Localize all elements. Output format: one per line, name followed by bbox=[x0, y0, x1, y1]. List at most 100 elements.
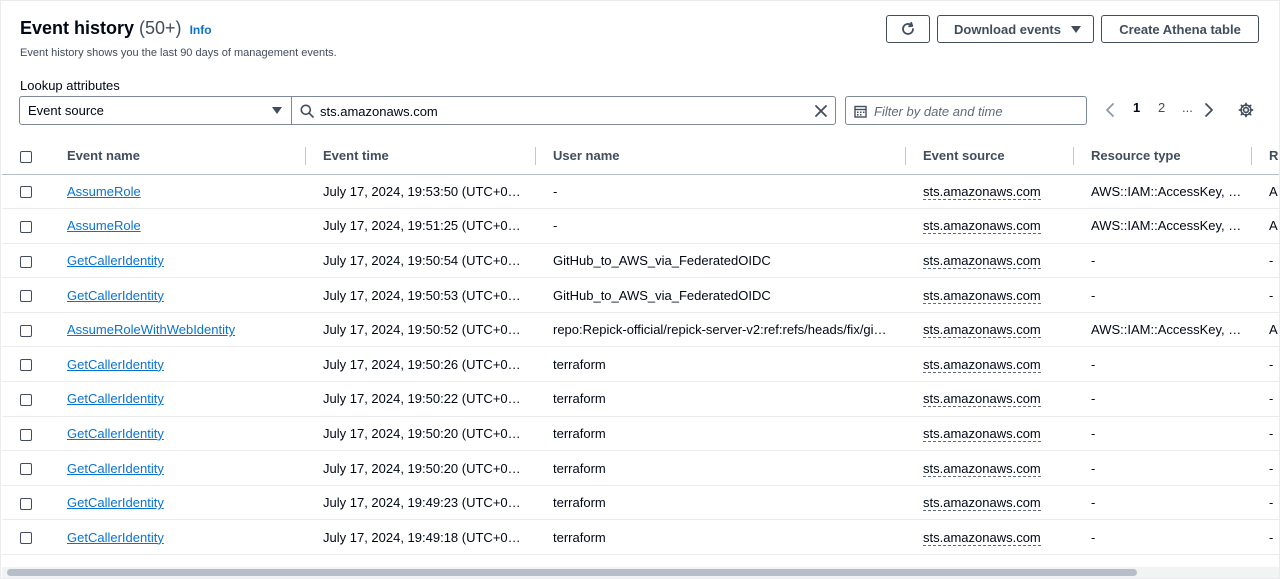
event-source-cell: sts.amazonaws.com bbox=[906, 208, 1074, 244]
column-header-resource-type[interactable]: Resource type bbox=[1074, 138, 1252, 175]
page-2-button[interactable]: 2 bbox=[1158, 100, 1165, 115]
event-name-link[interactable]: GetCallerIdentity bbox=[67, 461, 164, 476]
page-description: Event history shows you the last 90 days… bbox=[20, 47, 337, 59]
row-checkbox[interactable] bbox=[20, 532, 32, 545]
column-header-resource-name[interactable]: R bbox=[1252, 138, 1279, 175]
create-athena-table-label: Create Athena table bbox=[1119, 21, 1241, 37]
resource-type-cell: - bbox=[1074, 346, 1252, 383]
event-history-panel: Event history (50+) Info Event history s… bbox=[0, 0, 1280, 579]
row-select-cell bbox=[2, 243, 50, 279]
event-source-value[interactable]: sts.amazonaws.com bbox=[923, 460, 1041, 477]
date-filter-input[interactable]: Filter by date and time bbox=[845, 96, 1087, 125]
resource-type-cell: - bbox=[1074, 381, 1252, 417]
table-row: AssumeRole July 17, 2024, 19:53:50 (UTC+0… bbox=[2, 174, 1279, 210]
resource-name-cell: - bbox=[1252, 243, 1279, 279]
gear-icon[interactable] bbox=[1238, 102, 1254, 118]
event-source-value[interactable]: sts.amazonaws.com bbox=[923, 529, 1041, 546]
resource-name-cell: - bbox=[1252, 519, 1279, 556]
resource-type-cell: AWS::IAM::AccessKey, … bbox=[1074, 208, 1252, 244]
event-name-link[interactable]: AssumeRole bbox=[67, 184, 141, 199]
event-time-cell: July 17, 2024, 19:50:22 (UTC+0… bbox=[306, 381, 536, 417]
select-all-checkbox[interactable] bbox=[20, 150, 32, 163]
resource-type-cell: - bbox=[1074, 519, 1252, 556]
row-checkbox[interactable] bbox=[20, 186, 32, 199]
table-row: GetCallerIdentity July 17, 2024, 19:49:18… bbox=[2, 519, 1279, 556]
refresh-icon bbox=[902, 21, 914, 35]
lookup-attribute-select[interactable]: Event source bbox=[19, 96, 292, 125]
page-1-button[interactable]: 1 bbox=[1133, 100, 1140, 115]
event-source-value[interactable]: sts.amazonaws.com bbox=[923, 252, 1041, 269]
event-name-link[interactable]: GetCallerIdentity bbox=[67, 288, 164, 303]
event-time-cell: July 17, 2024, 19:49:18 (UTC+0… bbox=[306, 519, 536, 556]
event-name-link[interactable]: GetCallerIdentity bbox=[67, 530, 164, 545]
row-checkbox[interactable] bbox=[20, 428, 32, 441]
event-name-link[interactable]: GetCallerIdentity bbox=[67, 495, 164, 510]
row-checkbox[interactable] bbox=[20, 220, 32, 233]
select-all-cell bbox=[2, 138, 50, 175]
page-ellipsis: ... bbox=[1182, 100, 1193, 115]
event-name-link[interactable]: GetCallerIdentity bbox=[67, 253, 164, 268]
close-icon[interactable] bbox=[813, 103, 829, 119]
user-name-cell: GitHub_to_AWS_via_FederatedOIDC bbox=[536, 277, 906, 313]
event-source-cell: sts.amazonaws.com bbox=[906, 450, 1074, 486]
row-select-cell bbox=[2, 277, 50, 313]
event-name-link[interactable]: GetCallerIdentity bbox=[67, 391, 164, 406]
resource-type-cell: - bbox=[1074, 450, 1252, 486]
next-page-icon[interactable] bbox=[1204, 102, 1214, 118]
event-source-value[interactable]: sts.amazonaws.com bbox=[923, 495, 1041, 512]
row-select-cell bbox=[2, 519, 50, 556]
event-name-cell: GetCallerIdentity bbox=[50, 346, 306, 383]
download-events-button[interactable]: Download events bbox=[937, 15, 1094, 43]
column-header-event-time[interactable]: Event time bbox=[306, 138, 536, 175]
event-name-link[interactable]: GetCallerIdentity bbox=[67, 426, 164, 441]
event-source-cell: sts.amazonaws.com bbox=[906, 346, 1074, 383]
event-source-value[interactable]: sts.amazonaws.com bbox=[923, 287, 1041, 304]
row-checkbox[interactable] bbox=[20, 290, 32, 303]
caret-down-icon bbox=[1070, 25, 1081, 33]
user-name-cell: terraform bbox=[536, 346, 906, 383]
column-header-event-name[interactable]: Event name bbox=[50, 138, 306, 175]
event-source-value[interactable]: sts.amazonaws.com bbox=[923, 425, 1041, 442]
horizontal-scrollbar-thumb[interactable] bbox=[7, 569, 1137, 576]
event-name-link[interactable]: AssumeRoleWithWebIdentity bbox=[67, 322, 235, 337]
resource-name-cell: - bbox=[1252, 381, 1279, 417]
event-source-value[interactable]: sts.amazonaws.com bbox=[923, 356, 1041, 373]
event-source-value[interactable]: sts.amazonaws.com bbox=[923, 322, 1041, 339]
event-name-link[interactable]: AssumeRole bbox=[67, 218, 141, 233]
row-checkbox[interactable] bbox=[20, 497, 32, 510]
event-source-value[interactable]: sts.amazonaws.com bbox=[923, 391, 1041, 408]
event-source-cell: sts.amazonaws.com bbox=[906, 519, 1074, 556]
refresh-button[interactable] bbox=[886, 15, 930, 43]
previous-page-icon[interactable] bbox=[1105, 102, 1115, 118]
row-checkbox[interactable] bbox=[20, 393, 32, 406]
resource-type-cell: AWS::IAM::AccessKey, … bbox=[1074, 312, 1252, 348]
row-checkbox[interactable] bbox=[20, 359, 32, 372]
row-checkbox[interactable] bbox=[20, 324, 32, 337]
header: Event history (50+) Info bbox=[20, 18, 212, 39]
row-checkbox[interactable] bbox=[20, 463, 32, 476]
lookup-value-input[interactable]: sts.amazonaws.com bbox=[291, 96, 836, 125]
event-source-value[interactable]: sts.amazonaws.com bbox=[923, 183, 1041, 200]
user-name-cell: repo:Repick-official/repick-server-v2:re… bbox=[536, 312, 906, 348]
column-header-event-source[interactable]: Event source bbox=[906, 138, 1074, 175]
date-filter-placeholder: Filter by date and time bbox=[874, 104, 1003, 119]
row-select-cell bbox=[2, 381, 50, 417]
event-time-cell: July 17, 2024, 19:51:25 (UTC+0… bbox=[306, 208, 536, 244]
row-checkbox[interactable] bbox=[20, 255, 32, 268]
event-time-cell: July 17, 2024, 19:50:26 (UTC+0… bbox=[306, 346, 536, 383]
event-source-value[interactable]: sts.amazonaws.com bbox=[923, 218, 1041, 235]
resource-name-cell: - bbox=[1252, 450, 1279, 486]
event-time-cell: July 17, 2024, 19:49:23 (UTC+0… bbox=[306, 485, 536, 521]
table-row: GetCallerIdentity July 17, 2024, 19:50:53… bbox=[2, 277, 1279, 313]
resource-name-cell: - bbox=[1252, 416, 1279, 452]
event-source-cell: sts.amazonaws.com bbox=[906, 243, 1074, 279]
table-row: AssumeRoleWithWebIdentity July 17, 2024, … bbox=[2, 312, 1279, 348]
event-name-cell: GetCallerIdentity bbox=[50, 485, 306, 521]
search-icon bbox=[300, 104, 314, 118]
event-name-link[interactable]: GetCallerIdentity bbox=[67, 357, 164, 372]
calendar-icon bbox=[854, 105, 867, 118]
info-link[interactable]: Info bbox=[190, 23, 212, 37]
column-header-user-name[interactable]: User name bbox=[536, 138, 906, 175]
table-row: GetCallerIdentity July 17, 2024, 19:50:54… bbox=[2, 243, 1279, 279]
create-athena-table-button[interactable]: Create Athena table bbox=[1101, 15, 1259, 43]
